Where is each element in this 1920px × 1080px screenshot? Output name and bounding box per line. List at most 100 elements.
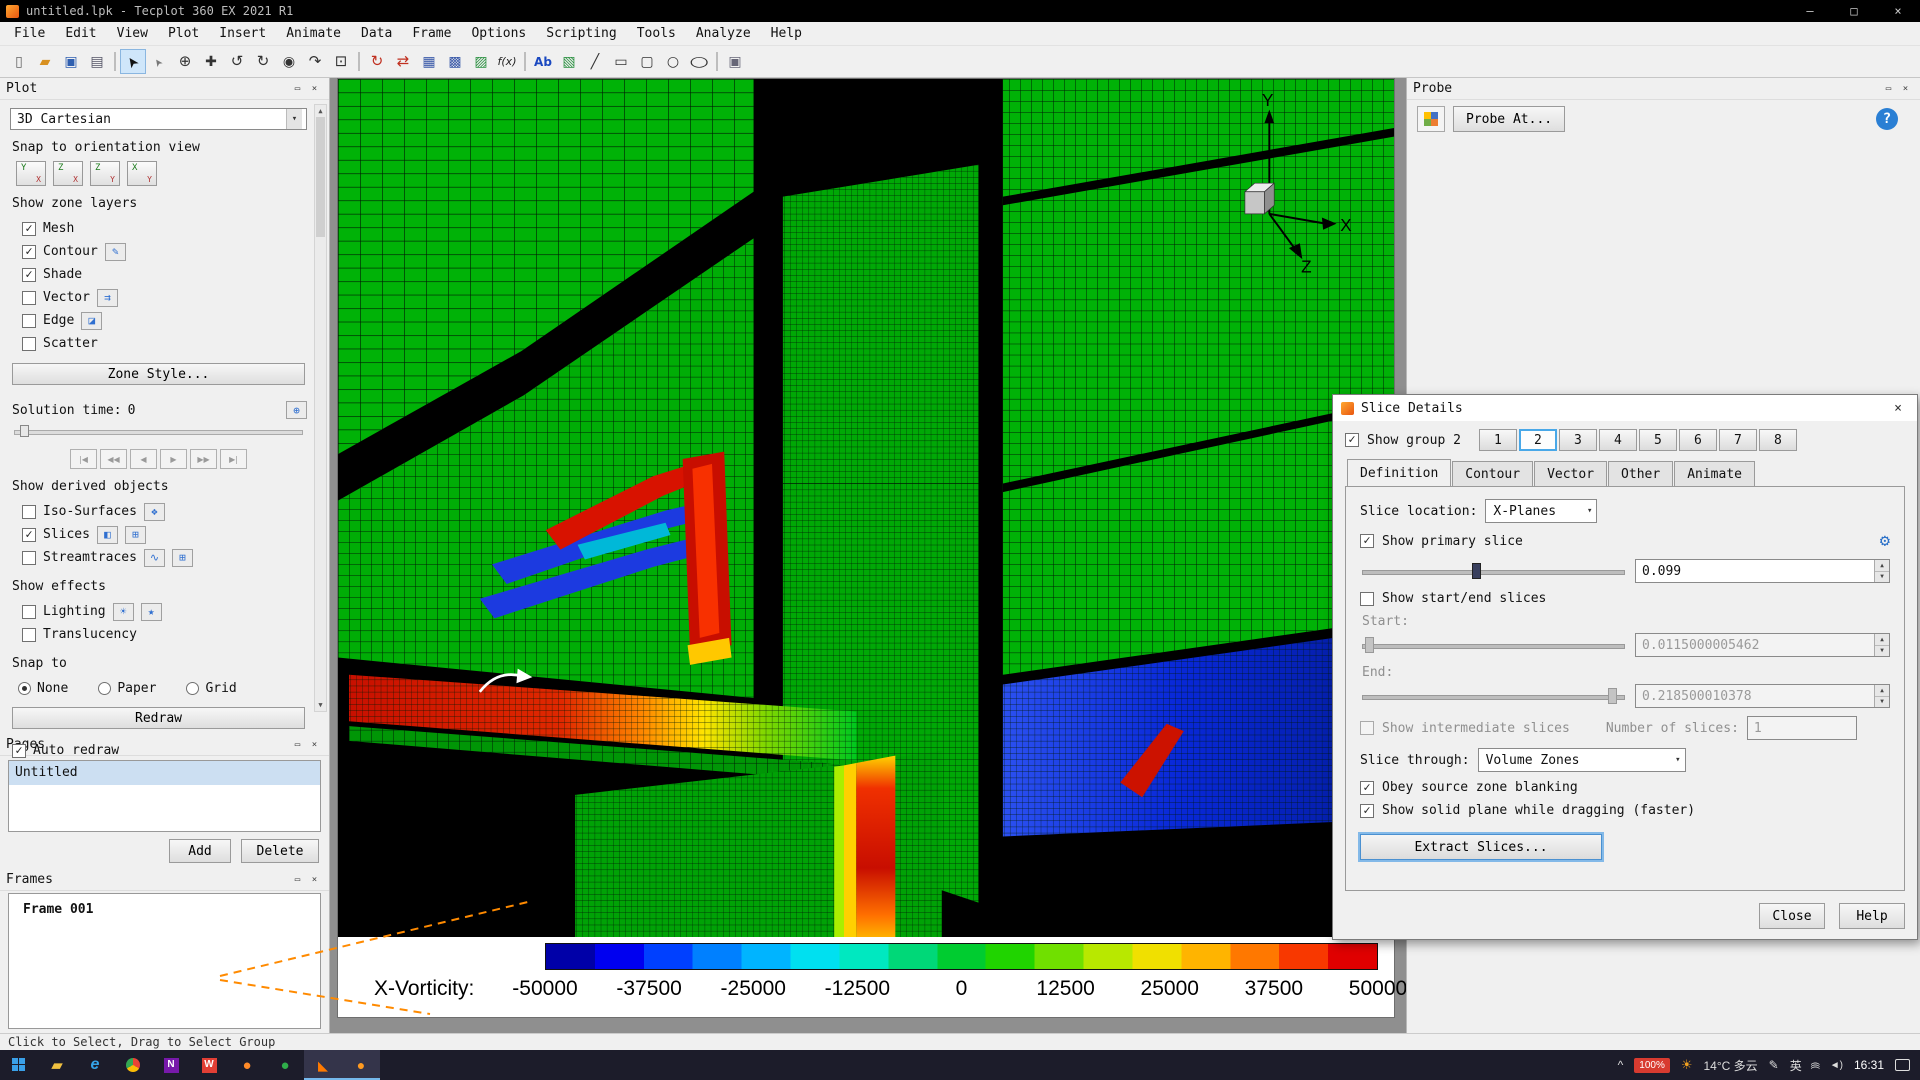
menu-item[interactable]: Options [461,23,536,44]
tecplot-app-icon[interactable]: ◣ [304,1050,342,1080]
orientation-view-button[interactable]: XY [127,161,157,186]
shade-checkbox[interactable] [22,268,36,282]
slider-thumb[interactable] [1608,688,1617,704]
menu-item[interactable]: File [4,23,55,44]
start-slice-slider[interactable] [1360,636,1627,654]
pen-icon[interactable]: ✎ [1769,1058,1779,1072]
primary-slice-slider[interactable] [1360,562,1627,580]
chrome-browser-icon[interactable] [114,1050,152,1080]
spin-up-icon[interactable]: ▲ [1875,634,1889,646]
zoom-box-icon[interactable]: ⊡ [328,49,354,74]
rotate-axis-icon[interactable]: ↷ [302,49,328,74]
probe-at-button[interactable]: Probe At... [1453,106,1565,132]
translate-icon[interactable]: ✚ [198,49,224,74]
image-tool-icon[interactable]: ▧ [556,49,582,74]
streamtraces-checkbox[interactable] [22,551,36,565]
zone-layer-contour[interactable]: Contour ✎ [10,240,307,263]
iso-details-icon[interactable]: ❖ [144,503,165,521]
scrollbar-thumb[interactable] [316,117,325,237]
wps-icon[interactable]: W [190,1050,228,1080]
colorbar-gradient[interactable] [545,943,1378,970]
lighting-checkbox[interactable] [22,605,36,619]
zone-style-button[interactable]: Zone Style... [12,363,305,385]
iso-surfaces-checkbox[interactable] [22,505,36,519]
plot-panel-scrollbar[interactable]: ▲ ▼ [314,104,327,712]
slider-thumb[interactable] [1472,563,1481,579]
slice-group-button[interactable]: 4 [1599,429,1637,451]
spin-up-icon[interactable]: ▲ [1875,560,1889,572]
rotate-sphere-icon[interactable]: ◉ [276,49,302,74]
menu-item[interactable]: Data [351,23,402,44]
text-tool-icon[interactable]: Ab [530,49,556,74]
notification-center-icon[interactable] [1895,1059,1910,1071]
menu-item[interactable]: View [107,23,158,44]
playback-button[interactable]: |◀ [70,449,97,469]
lighting-sun-icon[interactable]: ☀ [113,603,134,621]
menu-item[interactable]: Animate [276,23,351,44]
spin-down-icon[interactable]: ▼ [1875,646,1889,657]
snap-to-radio[interactable]: Grid [186,681,236,696]
spin-up-icon[interactable]: ▲ [1875,685,1889,697]
slider-thumb[interactable] [1365,637,1374,653]
dialog-tab[interactable]: Contour [1452,461,1533,486]
contour-flood-icon[interactable]: ▨ [468,49,494,74]
plot-type-dropdown[interactable]: 3D Cartesian ▾ [10,108,307,130]
adjust-arrow-icon[interactable]: ➤ [146,49,172,74]
playback-button[interactable]: ▶ [160,449,187,469]
help-icon[interactable]: ? [1876,108,1898,130]
minimize-button[interactable]: – [1788,0,1832,22]
circle-tool-icon[interactable]: ○ [660,49,686,74]
radio-icon[interactable] [186,682,199,695]
slices-details-icon[interactable]: ⊞ [125,526,146,544]
vector-checkbox[interactable] [22,291,36,305]
primary-slice-value-spinner[interactable]: 0.099 ▲▼ [1635,559,1890,583]
close-panel-icon[interactable]: × [306,740,323,750]
clock[interactable]: 16:31 [1854,1058,1884,1072]
snap-to-radio[interactable]: Paper [98,681,156,696]
menu-item[interactable]: Tools [627,23,686,44]
radio-icon[interactable] [18,682,31,695]
extract-slices-button[interactable]: Extract Slices... [1360,834,1602,860]
solution-time-icon[interactable]: ⊕ [286,401,307,419]
start-end-checkbox[interactable] [1360,592,1374,606]
tray-expand-icon[interactable]: ^ [1618,1058,1624,1072]
rect-tool-icon[interactable]: ▭ [608,49,634,74]
playback-button[interactable]: ▶▶ [190,449,217,469]
page-item-untitled[interactable]: Untitled [9,761,320,785]
new-file-icon[interactable]: ▯ [6,49,32,74]
show-group-checkbox[interactable] [1345,433,1359,447]
scroll-up-icon[interactable]: ▲ [315,105,326,117]
menu-item[interactable]: Analyze [686,23,761,44]
slice-group-button[interactable]: 5 [1639,429,1677,451]
plot-3d-view[interactable]: Y X Z [338,79,1394,937]
translucency-checkbox[interactable] [22,628,36,642]
zone-layer-mesh[interactable]: Mesh [10,217,307,240]
dialog-tab[interactable]: Vector [1534,461,1607,486]
frame-item[interactable]: Frame 001 [23,902,93,917]
derived-streamtraces[interactable]: Streamtraces ∿ ⊞ [10,546,307,569]
menu-item[interactable]: Edit [55,23,106,44]
delete-page-button[interactable]: Delete [241,839,319,863]
maximize-button[interactable]: □ [1832,0,1876,22]
polyline-tool-icon[interactable]: ╱ [582,49,608,74]
menu-item[interactable]: Insert [209,23,276,44]
auto-redraw-checkbox[interactable] [12,744,26,758]
slices-checkbox[interactable] [22,528,36,542]
menu-item[interactable]: Frame [402,23,461,44]
num-slices-spinner[interactable]: 1 [1747,716,1857,740]
float-panel-icon[interactable]: ▭ [289,875,306,885]
slice-group-button[interactable]: 3 [1559,429,1597,451]
orientation-view-button[interactable]: ZX [53,161,83,186]
scroll-down-icon[interactable]: ▼ [315,699,326,711]
slice-location-dropdown[interactable]: X-Planes ▾ [1485,499,1597,523]
spin-down-icon[interactable]: ▼ [1875,697,1889,708]
show-primary-checkbox[interactable] [1360,534,1374,548]
solid-plane-checkbox[interactable] [1360,804,1374,818]
weather-icon[interactable]: ☀ [1681,1057,1693,1073]
menu-item[interactable]: Help [761,23,812,44]
end-slice-value-spinner[interactable]: 0.218500010378 ▲▼ [1635,684,1890,708]
dialog-tab[interactable]: Other [1608,461,1673,486]
snap-grid-icon[interactable]: ▦ [416,49,442,74]
streamtraces-details-icon[interactable]: ⊞ [172,549,193,567]
close-panel-icon[interactable]: × [1897,84,1914,94]
